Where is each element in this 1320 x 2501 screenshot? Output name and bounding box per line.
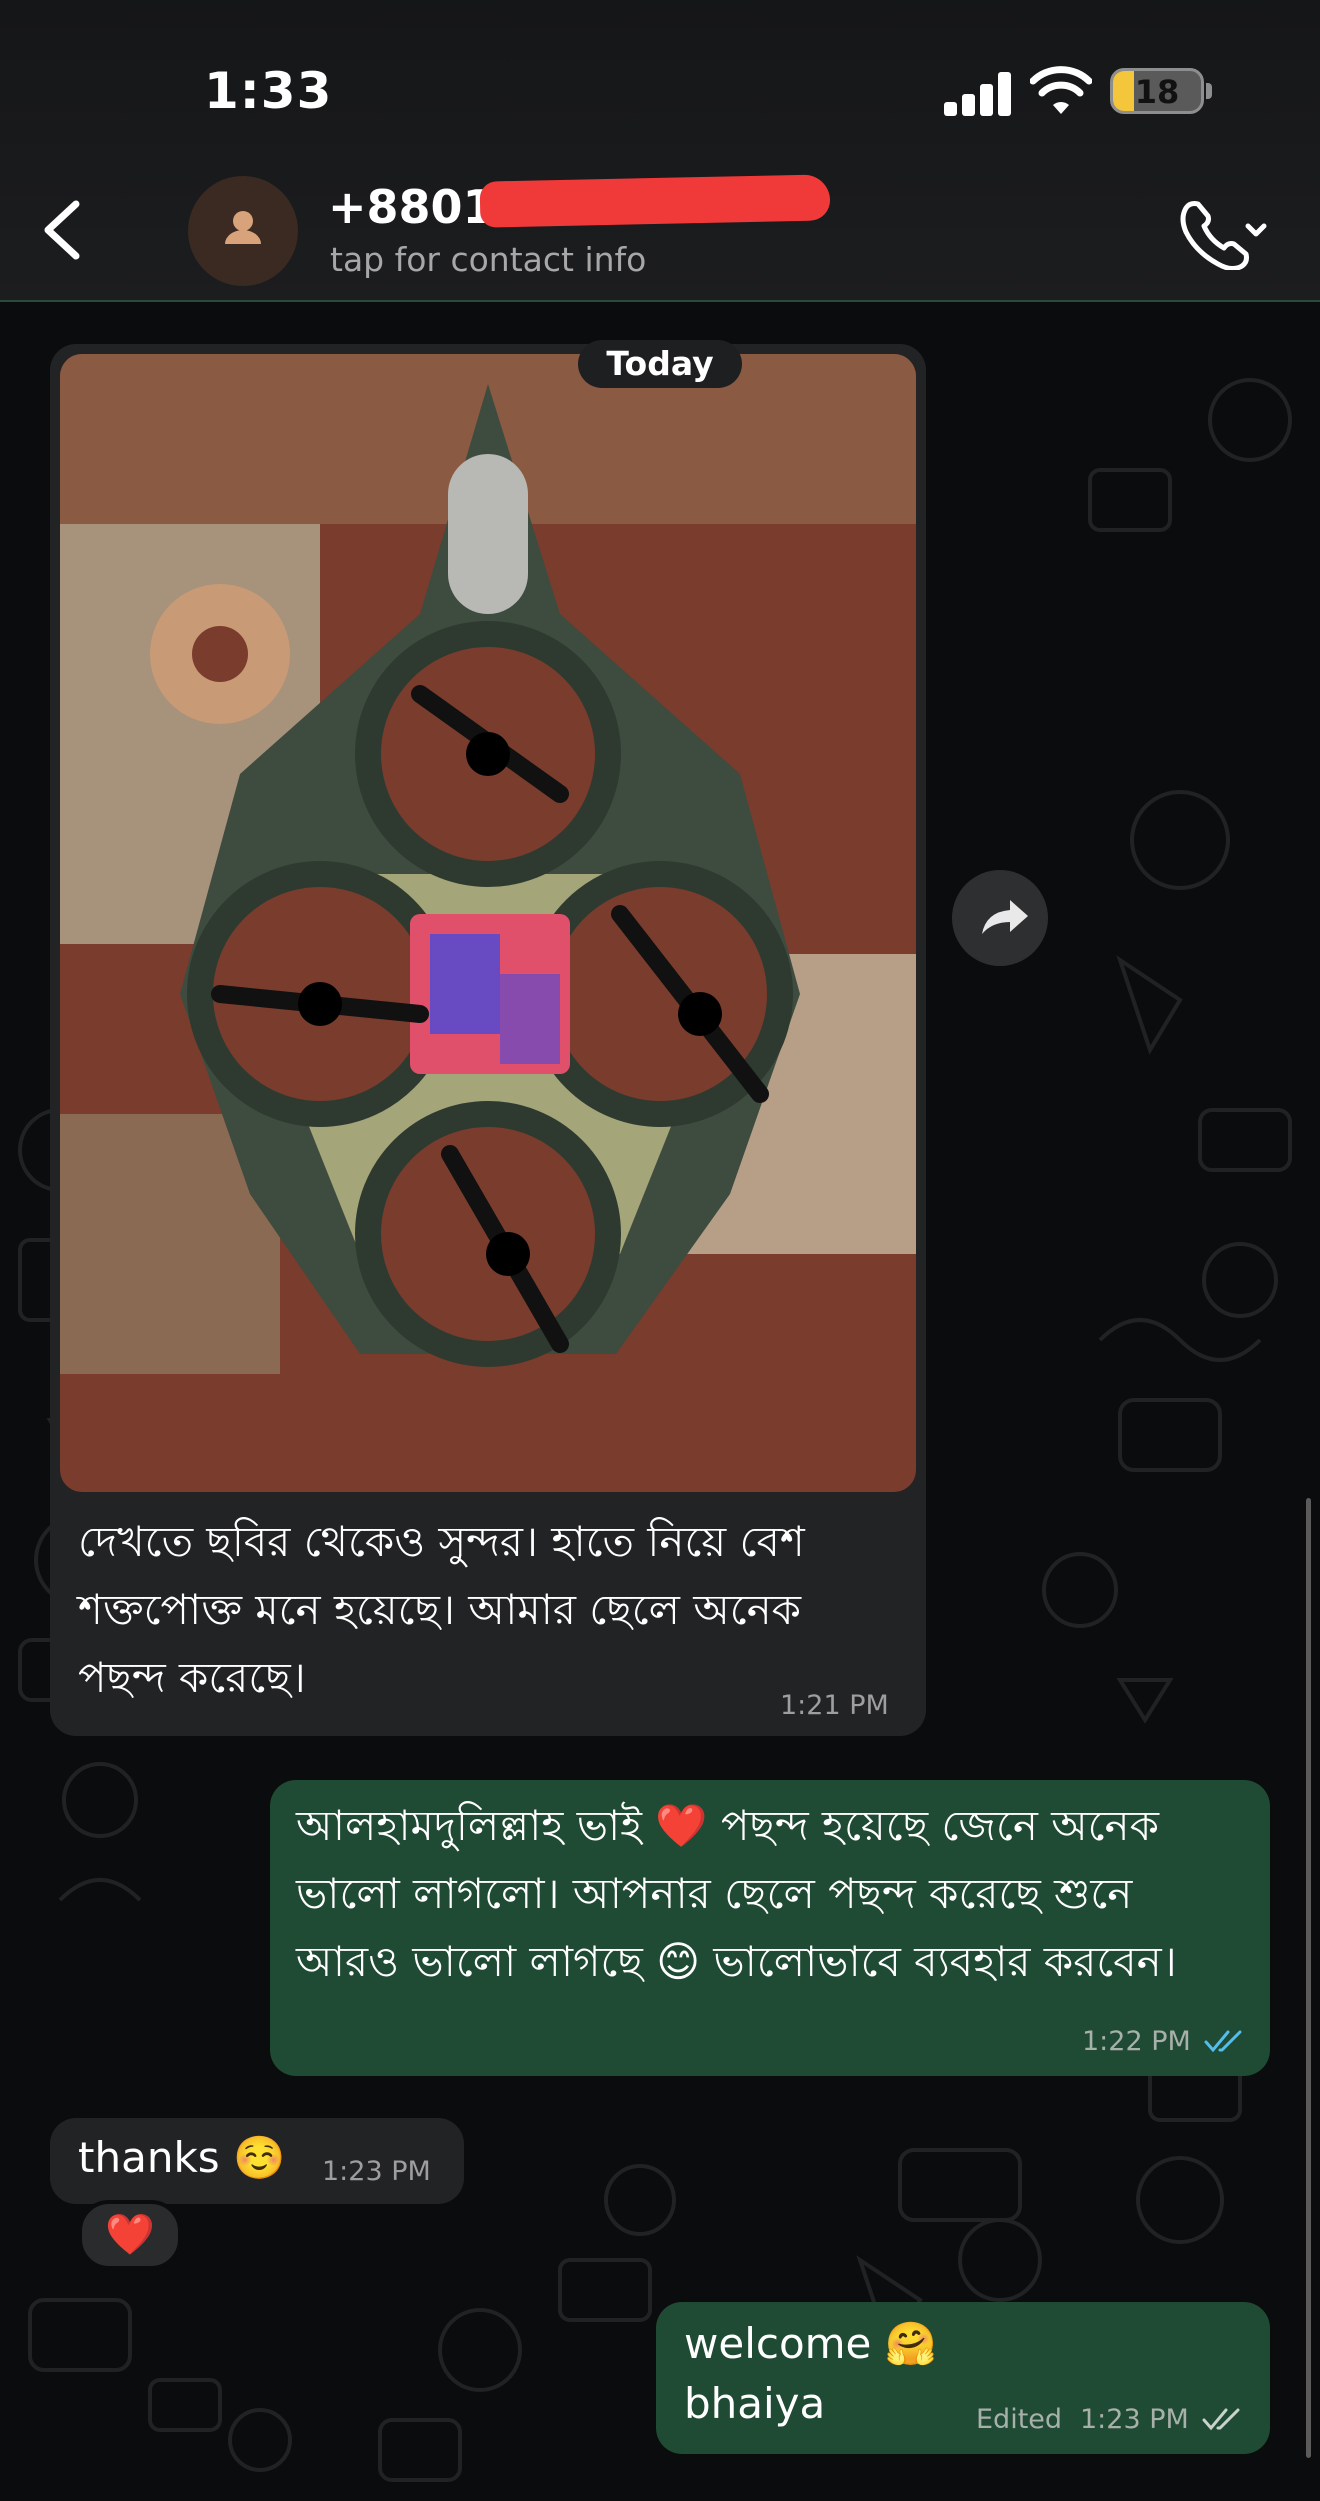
redaction-mark [479,174,831,228]
status-time: 1:33 [204,62,333,120]
back-chevron-icon[interactable] [40,198,84,262]
forward-button[interactable] [952,870,1048,966]
wifi-icon [1030,66,1092,114]
message-text: আলহামদুলিল্লাহ ভাই ❤️ পছন্দ হয়েছে জেনে … [296,1801,1177,1986]
voice-call-icon[interactable] [1176,198,1268,270]
delivered-ticks-icon [1202,2408,1240,2431]
message-text: দেখতে ছবির থেকেও সুন্দর। হাতে নিয়ে বেশ … [78,1517,805,1702]
person-icon [225,211,261,244]
message-time: 1:21 PM [780,1690,889,1721]
battery-icon: 18 [1110,68,1204,114]
heart-reaction[interactable]: ❤️ [78,2200,182,2270]
contact-avatar[interactable] [188,176,298,286]
message-text: thanks ☺️ [78,2133,286,2182]
forward-arrow-icon [982,900,1028,934]
read-receipt-icon [1204,2030,1242,2053]
edited-label: Edited [976,2404,1063,2435]
contact-info-hint[interactable]: tap for contact info [330,240,646,279]
message-time: 1:22 PM [1082,2026,1191,2057]
battery-tip [1206,83,1212,99]
date-separator: Today [578,340,742,388]
drone-photo[interactable] [60,354,916,1492]
cellular-signal-icon [944,72,1012,116]
message-time: 1:23 PM [322,2156,431,2187]
message-text: welcome 🤗 bhaiya [684,2319,938,2428]
scrollbar[interactable] [1306,1498,1311,2458]
chat-header: 1:33 18 +88018 tap for contact info [0,0,1320,302]
message-time: 1:23 PM [1080,2404,1189,2435]
battery-level: 18 [1134,73,1180,111]
